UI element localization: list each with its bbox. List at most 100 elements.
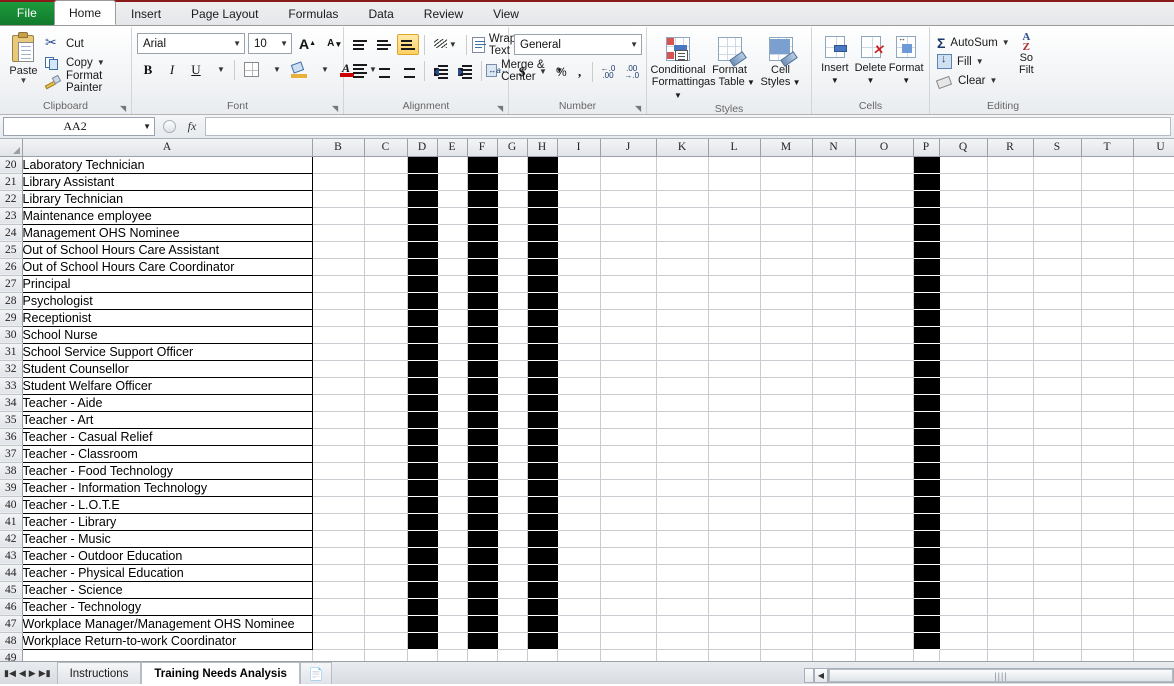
cell-N49[interactable]: [812, 649, 856, 661]
sheet-tab-training-needs-analysis[interactable]: Training Needs Analysis: [141, 662, 300, 684]
decrease-decimal-button[interactable]: .00 →.0: [620, 61, 643, 82]
cell-C46[interactable]: [364, 598, 408, 616]
cell-N40[interactable]: [812, 496, 856, 514]
cell-P31[interactable]: [913, 343, 940, 361]
cell-I42[interactable]: [557, 530, 601, 548]
cell-E29[interactable]: [437, 309, 468, 327]
cell-I44[interactable]: [557, 564, 601, 582]
cell-P38[interactable]: [913, 462, 940, 480]
cell-S36[interactable]: [1033, 428, 1082, 446]
cell-O43[interactable]: [855, 547, 914, 565]
cell-K21[interactable]: [656, 173, 709, 191]
cell-O33[interactable]: [855, 377, 914, 395]
cell-F30[interactable]: [467, 326, 498, 344]
cell-D23[interactable]: [407, 207, 438, 225]
cell-styles-button[interactable]: Cell Styles ▼: [755, 34, 806, 89]
cell-J46[interactable]: [600, 598, 657, 616]
cell-M21[interactable]: [760, 173, 813, 191]
cell-O21[interactable]: [855, 173, 914, 191]
cell-U45[interactable]: [1133, 581, 1174, 599]
cell-K48[interactable]: [656, 632, 709, 650]
cell-K23[interactable]: [656, 207, 709, 225]
chevron-down-icon[interactable]: ▼: [989, 76, 997, 85]
cell-H22[interactable]: [527, 190, 558, 208]
scrollbar-split-handle[interactable]: [804, 668, 814, 683]
cell-I35[interactable]: [557, 411, 601, 429]
cell-O48[interactable]: [855, 632, 914, 650]
cell-D45[interactable]: [407, 581, 438, 599]
cell-Q20[interactable]: [939, 156, 988, 174]
cell-P41[interactable]: [913, 513, 940, 531]
cell-T40[interactable]: [1081, 496, 1134, 514]
cell-K39[interactable]: [656, 479, 709, 497]
cell-L38[interactable]: [708, 462, 761, 480]
cell-O40[interactable]: [855, 496, 914, 514]
cell-P39[interactable]: [913, 479, 940, 497]
cell-Q31[interactable]: [939, 343, 988, 361]
cell-U44[interactable]: [1133, 564, 1174, 582]
column-header-h[interactable]: H: [527, 139, 558, 157]
cell-K25[interactable]: [656, 241, 709, 259]
cell-O23[interactable]: [855, 207, 914, 225]
cell-J48[interactable]: [600, 632, 657, 650]
cell-P49[interactable]: [913, 649, 940, 661]
cell-D22[interactable]: [407, 190, 438, 208]
cell-D20[interactable]: [407, 156, 438, 174]
cell-G28[interactable]: [497, 292, 528, 310]
formula-bar-expand-button[interactable]: [159, 118, 179, 136]
cell-N43[interactable]: [812, 547, 856, 565]
cell-J44[interactable]: [600, 564, 657, 582]
cell-Q24[interactable]: [939, 224, 988, 242]
cell-R20[interactable]: [987, 156, 1034, 174]
cell-B25[interactable]: [312, 241, 365, 259]
row-header[interactable]: 39: [0, 479, 23, 497]
row-header[interactable]: 45: [0, 581, 23, 599]
cell-B48[interactable]: [312, 632, 365, 650]
cell-C48[interactable]: [364, 632, 408, 650]
cell-N30[interactable]: [812, 326, 856, 344]
cell-G32[interactable]: [497, 360, 528, 378]
cell-T27[interactable]: [1081, 275, 1134, 293]
cell-U26[interactable]: [1133, 258, 1174, 276]
cell-J47[interactable]: [600, 615, 657, 633]
cell-F21[interactable]: [467, 173, 498, 191]
cell-I49[interactable]: [557, 649, 601, 661]
cell-I25[interactable]: [557, 241, 601, 259]
cell-N26[interactable]: [812, 258, 856, 276]
cell-J33[interactable]: [600, 377, 657, 395]
cell-C44[interactable]: [364, 564, 408, 582]
cell-K27[interactable]: [656, 275, 709, 293]
cell-G26[interactable]: [497, 258, 528, 276]
cell-M42[interactable]: [760, 530, 813, 548]
cell-L31[interactable]: [708, 343, 761, 361]
fill-color-button[interactable]: [287, 59, 311, 80]
row-header[interactable]: 25: [0, 241, 23, 259]
cell-R24[interactable]: [987, 224, 1034, 242]
cell-J42[interactable]: [600, 530, 657, 548]
cell-E47[interactable]: [437, 615, 468, 633]
cell-E43[interactable]: [437, 547, 468, 565]
cell-M48[interactable]: [760, 632, 813, 650]
cell-L24[interactable]: [708, 224, 761, 242]
cell-M25[interactable]: [760, 241, 813, 259]
cell-D41[interactable]: [407, 513, 438, 531]
cell-C49[interactable]: [364, 649, 408, 661]
cell-N21[interactable]: [812, 173, 856, 191]
cell-J26[interactable]: [600, 258, 657, 276]
cell-M38[interactable]: [760, 462, 813, 480]
cell-I40[interactable]: [557, 496, 601, 514]
cell-D21[interactable]: [407, 173, 438, 191]
cell-H29[interactable]: [527, 309, 558, 327]
cell-F32[interactable]: [467, 360, 498, 378]
cell-L46[interactable]: [708, 598, 761, 616]
cell-S41[interactable]: [1033, 513, 1082, 531]
column-header-m[interactable]: M: [760, 139, 813, 157]
cell-R38[interactable]: [987, 462, 1034, 480]
cell-F27[interactable]: [467, 275, 498, 293]
column-header-a[interactable]: A: [22, 139, 313, 157]
alignment-dialog-launcher[interactable]: ◥: [497, 104, 506, 113]
cell-G27[interactable]: [497, 275, 528, 293]
cell-J27[interactable]: [600, 275, 657, 293]
cell-G22[interactable]: [497, 190, 528, 208]
cell-Q43[interactable]: [939, 547, 988, 565]
